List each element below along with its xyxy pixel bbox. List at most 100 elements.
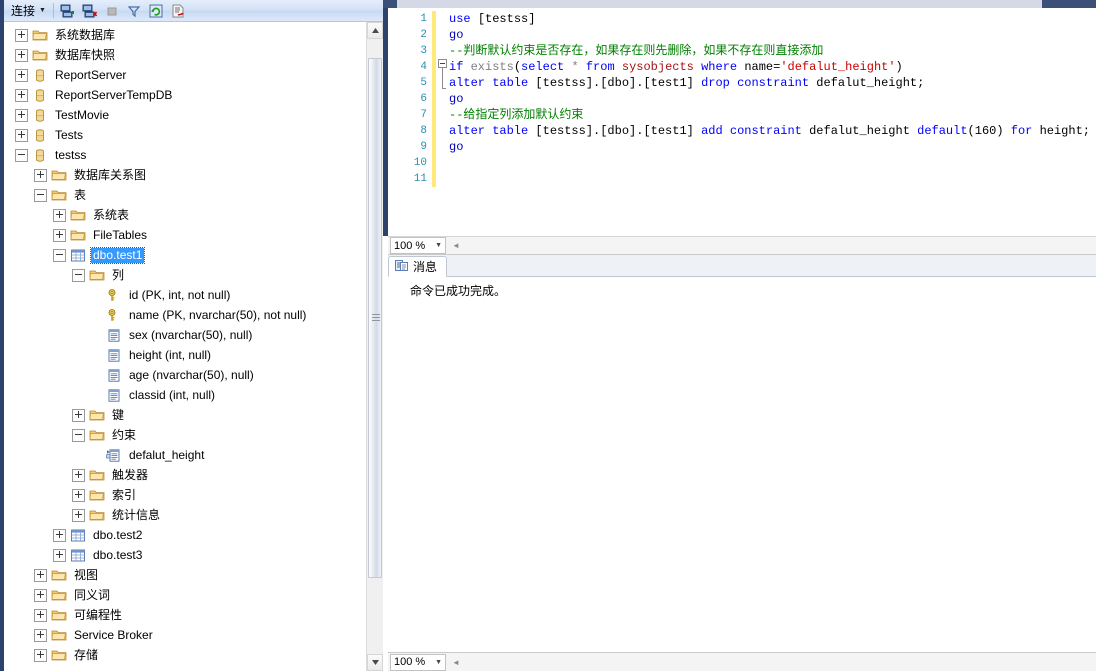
key-icon: [108, 308, 116, 321]
tree-node[interactable]: name (PK, nvarchar(50), not null): [4, 305, 366, 325]
code-line[interactable]: use [testss]: [449, 11, 1096, 27]
code-line[interactable]: [449, 171, 1096, 187]
expand-node-icon[interactable]: [34, 568, 47, 582]
tree-node[interactable]: 键: [4, 405, 366, 425]
tree-node-label: sex (nvarchar(50), null): [129, 327, 253, 342]
connect-object-explorer-button[interactable]: [58, 1, 79, 20]
object-explorer-tree-container[interactable]: 系统数据库 数据库快照 ReportServer ReportServerTempDB…: [4, 22, 383, 671]
tree-node[interactable]: dbo.test2: [4, 525, 366, 545]
expand-node-icon[interactable]: [34, 588, 47, 602]
code-token: defalut_height: [816, 76, 918, 90]
tree-node[interactable]: 可编程性: [4, 605, 366, 625]
tree-node[interactable]: Service Broker: [4, 625, 366, 645]
code-line[interactable]: go: [449, 139, 1096, 155]
tree-node[interactable]: 系统数据库: [4, 25, 366, 45]
messages-output[interactable]: 命令已成功完成。: [388, 277, 1096, 651]
expand-node-icon[interactable]: [53, 548, 66, 562]
expand-node-icon[interactable]: [53, 528, 66, 542]
code-line[interactable]: alter table [testss].[dbo].[test1] drop …: [449, 75, 1096, 91]
sql-code-text[interactable]: use [testss] go --判断默认约束是否存在，如果存在则先删除，如果不存…: [449, 11, 1096, 187]
refresh-button[interactable]: [146, 1, 167, 20]
stop-button[interactable]: [102, 1, 123, 20]
tree-node[interactable]: 数据库快照: [4, 45, 366, 65]
tree-node[interactable]: age (nvarchar(50), null): [4, 365, 366, 385]
tree-node[interactable]: classid (int, null): [4, 385, 366, 405]
expand-node-icon[interactable]: [15, 28, 28, 42]
tree-node[interactable]: dbo.test3: [4, 545, 366, 565]
tree-node[interactable]: sex (nvarchar(50), null): [4, 325, 366, 345]
expand-node-icon[interactable]: [15, 108, 28, 122]
expand-node-icon[interactable]: [34, 168, 47, 182]
horizontal-scroll-left-arrow-icon[interactable]: ◄: [451, 655, 461, 669]
code-line[interactable]: go: [449, 27, 1096, 43]
expand-node-icon[interactable]: [34, 648, 47, 662]
tab-messages[interactable]: 消息: [388, 256, 448, 277]
tree-node[interactable]: 系统表: [4, 205, 366, 225]
expand-node-icon[interactable]: [15, 88, 28, 102]
code-line[interactable]: --给指定列添加默认约束: [449, 107, 1096, 123]
scroll-up-arrow-icon[interactable]: [367, 22, 383, 39]
tree-node[interactable]: testss: [4, 145, 366, 165]
code-line[interactable]: if exists(select * from sysobjects where…: [449, 59, 1096, 75]
tree-node[interactable]: 同义词: [4, 585, 366, 605]
tree-node[interactable]: Tests: [4, 125, 366, 145]
tree-node-label: Tests: [55, 127, 84, 142]
tree-node-label: 约束: [112, 427, 137, 442]
tree-node[interactable]: 列: [4, 265, 366, 285]
tree-node[interactable]: 索引: [4, 485, 366, 505]
expand-node-icon[interactable]: [72, 508, 85, 522]
tree-node[interactable]: ReportServerTempDB: [4, 85, 366, 105]
scroll-down-arrow-icon[interactable]: [367, 654, 383, 671]
tree-node[interactable]: 数据库关系图: [4, 165, 366, 185]
expand-node-icon[interactable]: [72, 488, 85, 502]
tree-node[interactable]: TestMovie: [4, 105, 366, 125]
expand-node-icon[interactable]: [53, 208, 66, 222]
editor-indicator-margin[interactable]: [388, 8, 404, 236]
tree-node[interactable]: 约束: [4, 425, 366, 445]
tree-node[interactable]: id (PK, int, not null): [4, 285, 366, 305]
expand-node-icon[interactable]: [15, 128, 28, 142]
code-line[interactable]: --判断默认约束是否存在，如果存在则先删除，如果不存在则直接添加: [449, 43, 1096, 59]
tree-node[interactable]: 统计信息: [4, 505, 366, 525]
code-line[interactable]: go: [449, 91, 1096, 107]
disconnect-object-explorer-button[interactable]: [80, 1, 101, 20]
tree-node[interactable]: 视图: [4, 565, 366, 585]
expand-node-icon[interactable]: [72, 408, 85, 422]
tree-node[interactable]: defalut_height: [4, 445, 366, 465]
code-token: add constraint: [701, 124, 810, 138]
expand-node-icon[interactable]: [15, 48, 28, 62]
tree-node[interactable]: 表: [4, 185, 366, 205]
tree-node[interactable]: height (int, null): [4, 345, 366, 365]
connect-dropdown-button[interactable]: 连接 ▼: [8, 1, 49, 20]
collapse-node-icon[interactable]: [72, 428, 85, 442]
node-spacer: [91, 390, 102, 401]
collapse-region-icon[interactable]: [438, 59, 447, 68]
tree-node[interactable]: FileTables: [4, 225, 366, 245]
report-button[interactable]: [168, 1, 189, 20]
chevron-down-icon: ▼: [435, 242, 442, 249]
expand-node-icon[interactable]: [34, 628, 47, 642]
expand-node-icon[interactable]: [34, 608, 47, 622]
collapse-node-icon[interactable]: [53, 248, 66, 262]
filter-button[interactable]: [124, 1, 145, 20]
expand-node-icon[interactable]: [72, 468, 85, 482]
code-line[interactable]: [449, 155, 1096, 171]
expand-node-icon[interactable]: [15, 68, 28, 82]
horizontal-scroll-left-arrow-icon[interactable]: ◄: [451, 239, 461, 253]
tree-node-label: classid (int, null): [129, 387, 216, 402]
tree-node[interactable]: 触发器: [4, 465, 366, 485]
tree-node[interactable]: ReportServer: [4, 65, 366, 85]
expand-node-icon[interactable]: [53, 228, 66, 242]
code-line[interactable]: alter table [testss].[dbo].[test1] add c…: [449, 123, 1096, 139]
sql-code-editor[interactable]: 1 2 3 4 5 6 7 8 9 10 11 use [testss] go --判断默认约束是否存在…: [383, 8, 1096, 236]
collapse-node-icon[interactable]: [72, 268, 85, 282]
editor-zoom-combo[interactable]: 100 % ▼: [390, 237, 446, 254]
collapse-node-icon[interactable]: [34, 188, 47, 202]
collapse-node-icon[interactable]: [15, 148, 28, 162]
folder-icon: [51, 170, 67, 180]
tree-node[interactable]: 存储: [4, 645, 366, 665]
scrollbar-thumb[interactable]: [368, 58, 382, 578]
results-zoom-combo[interactable]: 100 % ▼: [390, 653, 446, 671]
object-explorer-vertical-scrollbar[interactable]: [366, 22, 383, 671]
tree-node[interactable]: dbo.test1: [4, 245, 366, 265]
